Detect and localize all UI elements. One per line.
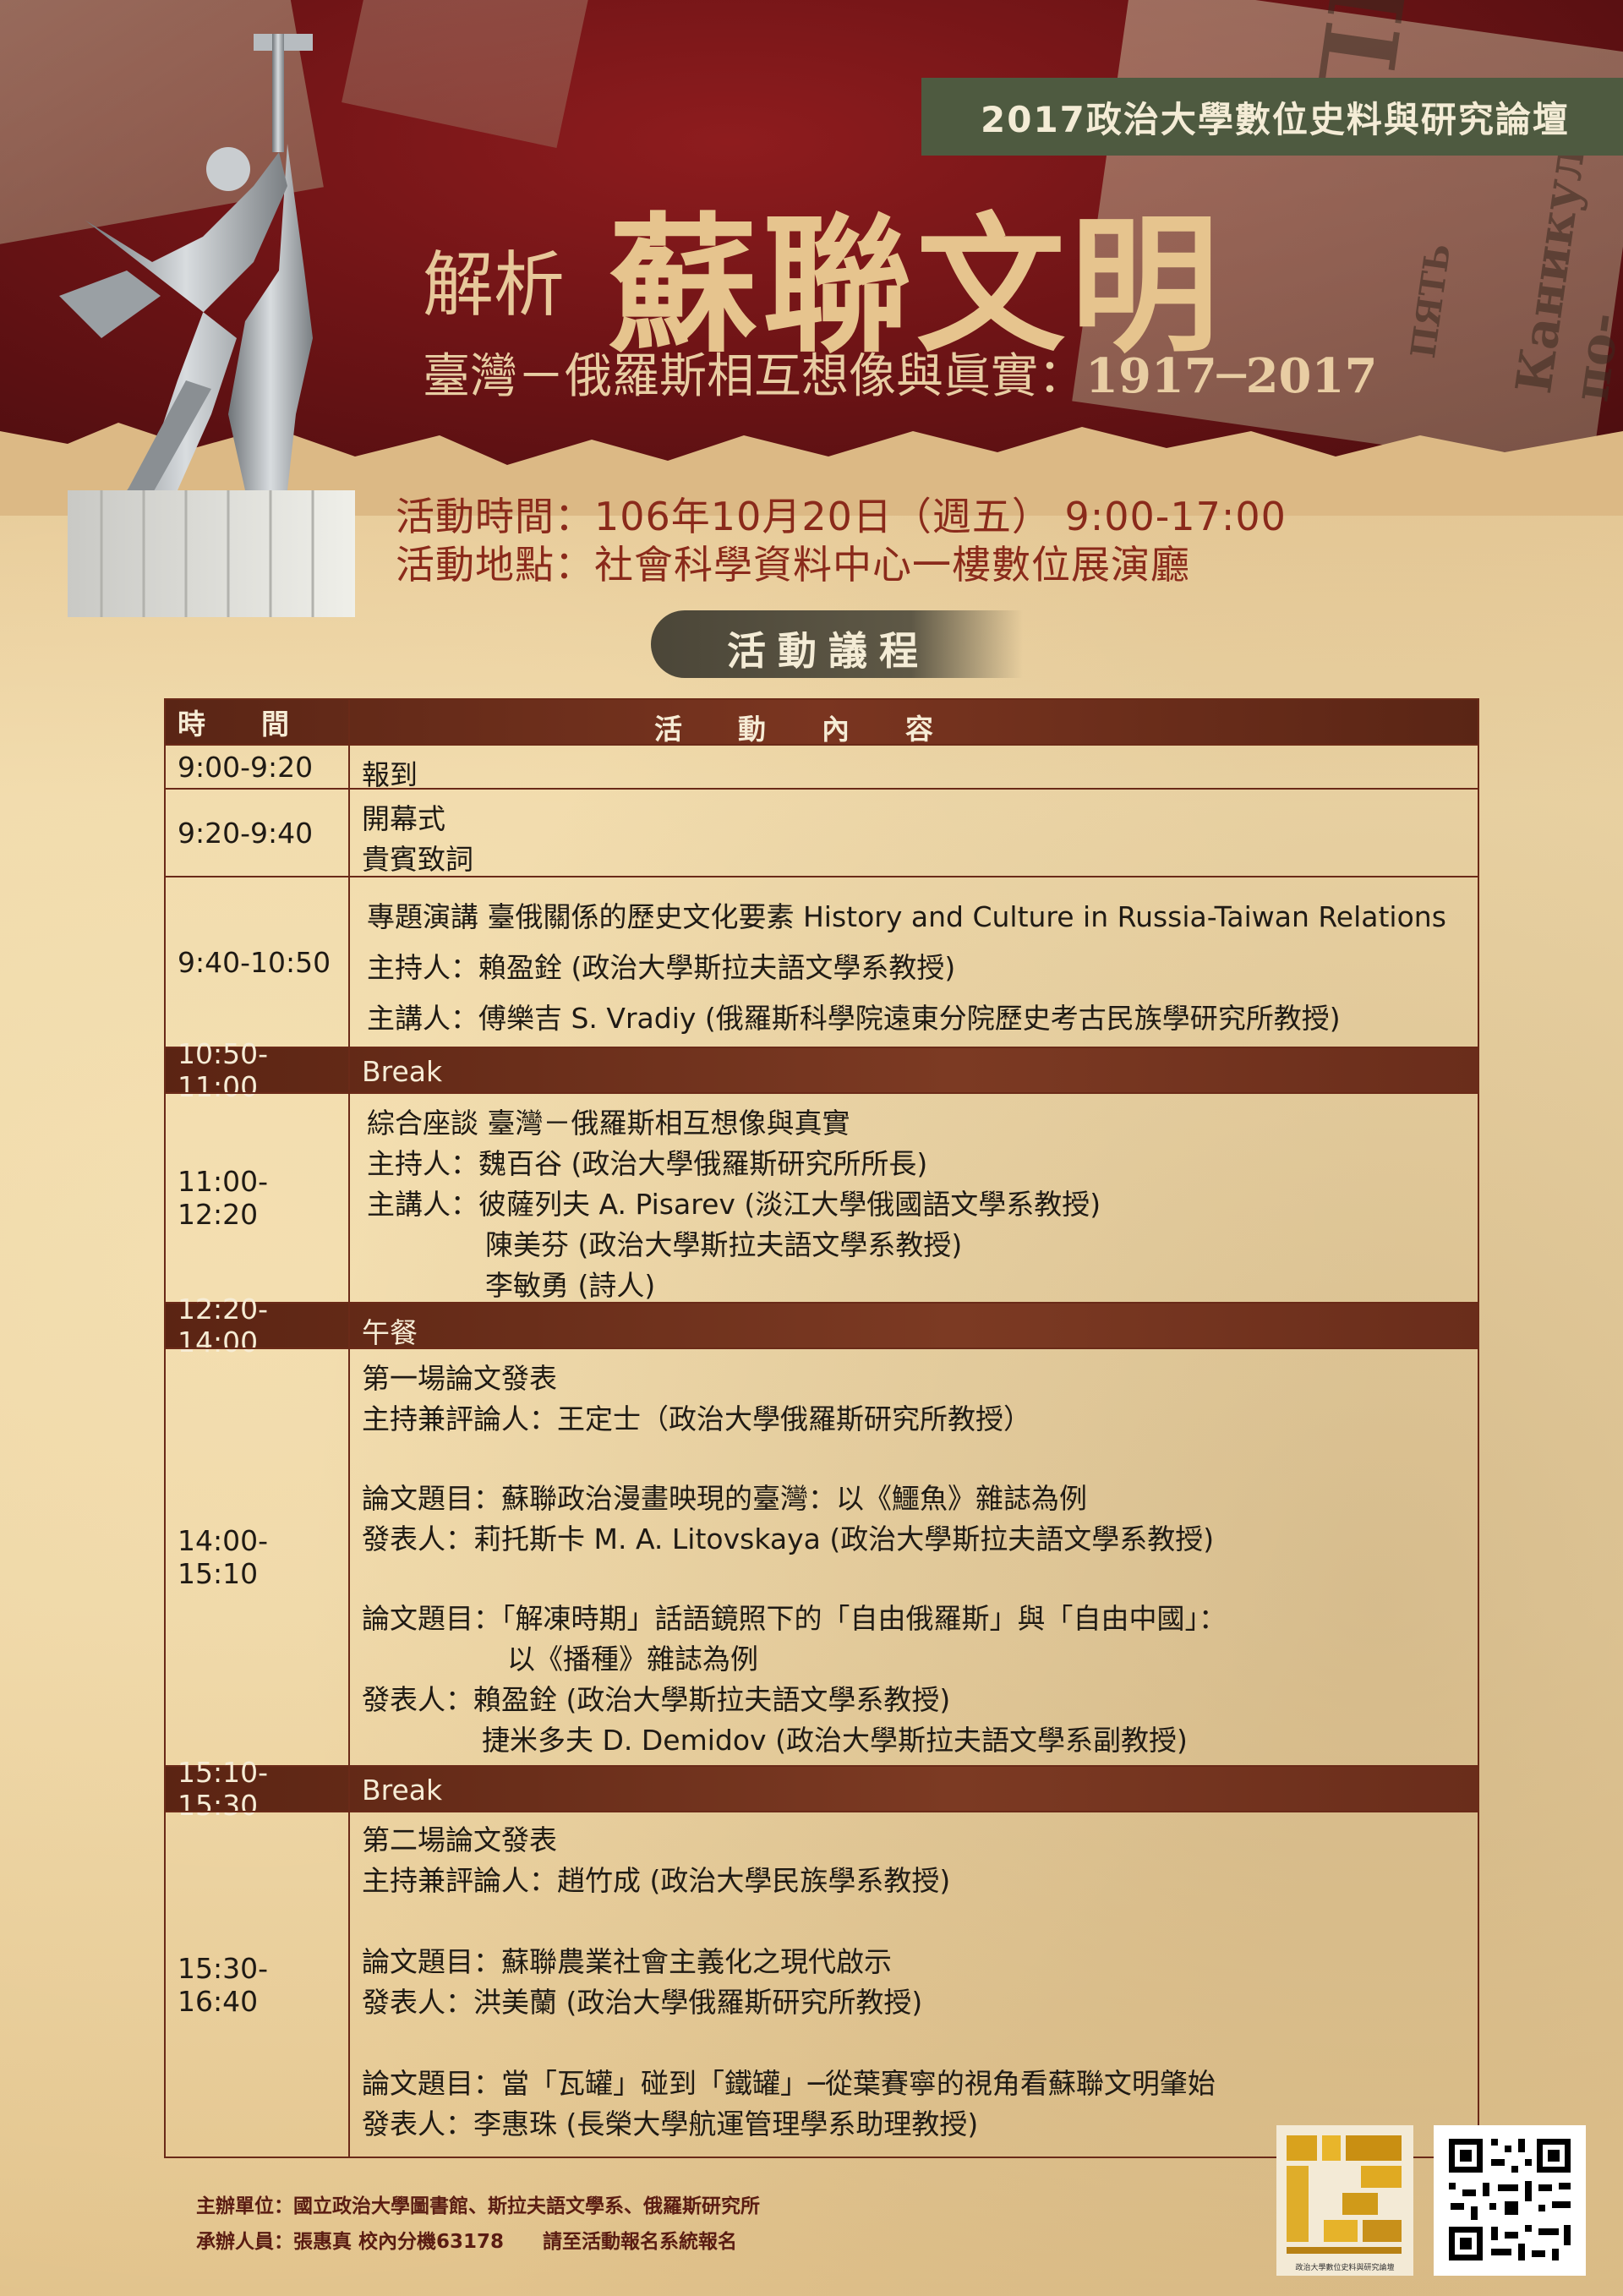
contact-text: 承辦人員：張惠真 校內分機63178 請至活動報名系統報名 [196,2231,738,2253]
row-line: 第二場論文發表 [362,1823,557,1856]
subtitle-years: 1917─2017 [1085,348,1378,404]
logo-caption: 政治大學數位史料與研究論壇 [1295,2264,1395,2272]
row-line: 主持兼評論人：趙竹成 (政治大學民族學系教授) [362,1864,951,1897]
row-time: 9:00-9:20 [178,750,314,784]
title-prefix: 解析 [423,243,566,326]
table-row: 10:50-11:00 Break [166,1037,1478,1103]
row-line: 論文題目：當「瓦罐」碰到「鐵罐」─從葉賽寧的視角看蘇聯文明肇始 [362,2067,1216,2100]
row-line: 主持兼評論人：王定士（政治大學俄羅斯研究所教授） [362,1402,1031,1435]
event-location: 活動地點：社會科學資料中心一樓數位展演廳 [396,542,1190,588]
table-row: 11:00-12:20 綜合座談 臺灣－俄羅斯相互想像與真實 主持人：魏百谷 (… [166,1092,1478,1302]
row-line: 午餐 [362,1316,418,1349]
row-line: 主持人：魏百谷 (政治大學俄羅斯研究所所長) [367,1147,928,1180]
series-title: 2017政治大學數位史料與研究論壇 [981,99,1570,140]
forum-logo-icon: 政治大學數位史料與研究論壇 [1276,2125,1413,2276]
row-line: 發表人：賴盈銓 (政治大學斯拉夫語文學系教授) [362,1683,951,1716]
qr-code-icon[interactable] [1434,2125,1586,2276]
row-line: 發表人：李惠珠 (長榮大學航運管理學系助理教授) [362,2107,979,2140]
row-time: 14:00-15:10 [178,1524,269,1590]
row-line: 專題演講 臺俄關係的歷史文化要素 History and Culture in … [367,900,1446,933]
row-line: 發表人：莉托斯卡 M. A. Litovskaya (政治大學斯拉夫語文學系教授… [362,1522,1215,1555]
agenda-table: 時 間 活 動 內 容 9:00-9:20 報到 9:20-9:40 開幕式 貴… [164,698,1479,2158]
row-line: 論文題目：蘇聯政治漫畫映現的臺灣：以《鱷魚》雜誌為例 [362,1482,1087,1515]
table-row: 9:00-9:20 報到 [166,744,1478,791]
table-row: 15:30-16:40 第二場論文發表 主持兼評論人：趙竹成 (政治大學民族學系… [166,1811,1478,2157]
row-line: 開幕式 [362,802,445,835]
row-time: 15:30-16:40 [178,1951,269,2018]
row-line: 報到 [362,758,418,791]
row-line: 主持人：賴盈銓 (政治大學斯拉夫語文學系教授) [367,951,956,984]
col-content-header: 活 動 內 容 [654,713,933,746]
row-time: 11:00-12:20 [178,1165,269,1231]
row-line: 陳美芬 (政治大學斯拉夫語文學系教授) [485,1228,963,1261]
organizer-text: 主辦單位：國立政治大學圖書館、斯拉夫語文學系、俄羅斯研究所 [196,2195,760,2217]
table-row: 9:20-9:40 開幕式 貴賓致詞 [166,788,1478,876]
row-line: 論文題目：「解凍時期」話語鏡照下的「自由俄羅斯」與「自由中國」： [362,1602,1227,1635]
row-line: 李敏勇 (詩人) [485,1269,656,1302]
table-row: 14:00-15:10 第一場論文發表 主持兼評論人：王定士（政治大學俄羅斯研究… [166,1348,1478,1765]
poster: ПРАВДА Каникулы по- ПЯТЬ 2017政治大學數位史料與研究… [0,0,1623,2296]
table-header: 時 間 活 動 內 容 [166,700,1478,746]
subtitle-text: 臺灣－俄羅斯相互想像與眞實： [423,349,1085,404]
row-line: 主講人：彼薩列夫 A. Pisarev (淡江大學俄國語文學系教授) [367,1188,1101,1221]
agenda-heading: 活動議程 [727,628,930,674]
row-line: 第一場論文發表 [362,1362,557,1395]
col-time-header: 時 間 [178,708,289,741]
table-row: 9:40-10:50 專題演講 臺俄關係的歷史文化要素 History and … [166,876,1478,1047]
row-line: 以《播種》雜誌為例 [507,1643,758,1676]
row-line: Break [362,1774,443,1807]
row-line: 發表人：洪美蘭 (政治大學俄羅斯研究所教授) [362,1986,923,2019]
table-row: 12:20-14:00 午餐 [166,1293,1478,1358]
table-row: 15:10-15:30 Break [166,1756,1478,1822]
worker-kolkhoz-statue-icon [59,34,355,617]
row-line: 貴賓致詞 [362,843,473,876]
row-time: 9:20-9:40 [178,816,314,850]
subtitle: 臺灣－俄羅斯相互想像與眞實：1917─2017 [423,338,1377,407]
row-time: 9:40-10:50 [178,945,331,979]
row-line: 論文題目：蘇聯農業社會主義化之現代啟示 [362,1945,892,1978]
row-line: Break [362,1055,443,1088]
row-line: 主講人：傅樂吉 S. Vradiy (俄羅斯科學院遠東分院歷史考古民族學研究所教… [367,1002,1341,1035]
row-line: 綜合座談 臺灣－俄羅斯相互想像與真實 [367,1107,850,1140]
row-line: 捷米多夫 D. Demidov (政治大學斯拉夫語文學系副教授) [482,1724,1188,1757]
